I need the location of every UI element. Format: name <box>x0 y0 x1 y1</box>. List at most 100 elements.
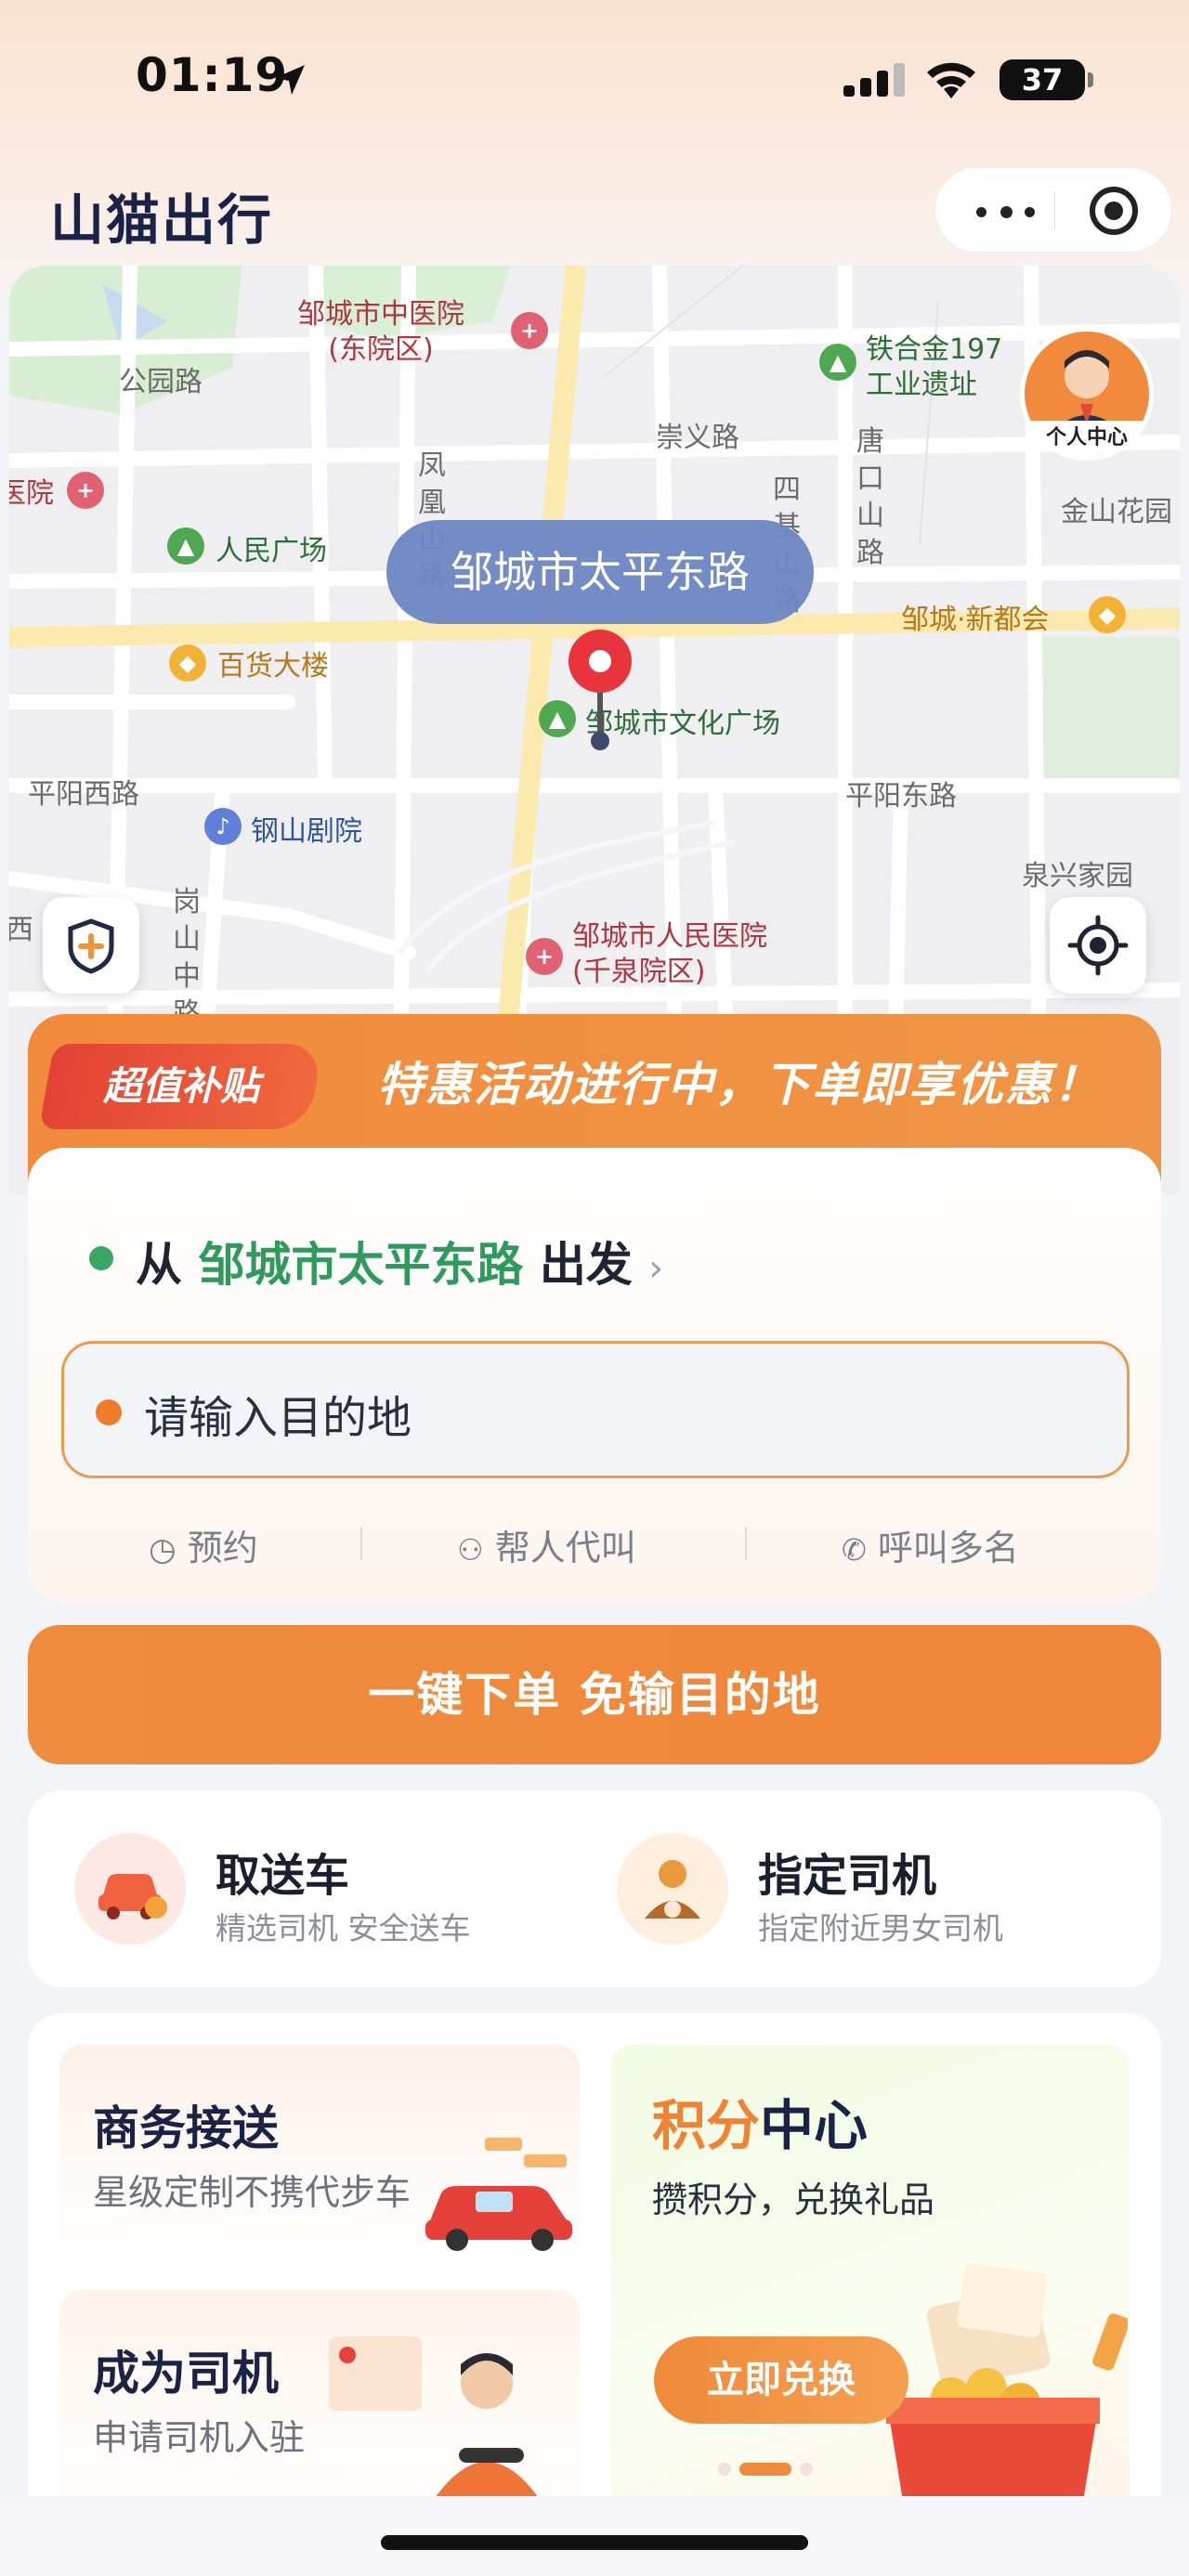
option-label: 帮人代叫 <box>494 1528 636 1568</box>
service-title[interactable]: 取送车 <box>216 1839 349 1904</box>
tile-subtitle: 攒积分，兑换礼品 <box>652 2179 935 2220</box>
business-shuttle-tile[interactable]: 商务接送 星级定制不携代步车 <box>59 2045 580 2260</box>
option-reserve[interactable]: ◷ 预约 <box>149 1519 258 1570</box>
road-gongyuan: 公园路 <box>119 366 203 398</box>
option-divider <box>360 1527 362 1560</box>
close-miniprogram-icon[interactable] <box>1090 187 1138 235</box>
tile-title: 商务接送 <box>93 2101 279 2155</box>
option-call-multiple[interactable]: ✆ 呼叫多名 <box>842 1519 1019 1570</box>
tile-title: 成为司机 <box>93 2347 279 2400</box>
destination-input[interactable]: 请输入目的地 <box>61 1341 1130 1478</box>
road-tangkou: 唐口山路 <box>856 425 884 569</box>
miniprogram-capsule <box>934 167 1172 253</box>
home-indicator[interactable] <box>381 2535 808 2550</box>
driver-icon <box>645 1860 700 1919</box>
redeem-now-button[interactable]: 立即兑换 <box>654 2336 908 2424</box>
origin-suffix: 出发 <box>539 1238 633 1292</box>
road-chongyi: 崇义路 <box>656 422 739 454</box>
hospital-icon: + <box>511 312 548 349</box>
poi-people-hospital[interactable]: 邹城市人民医院 (千泉院区) <box>572 919 767 990</box>
safety-shield-button[interactable] <box>43 897 139 994</box>
car-delivery-service-icon <box>74 1833 186 1945</box>
one-click-order-button[interactable]: 一键下单 免输目的地 <box>28 1625 1161 1764</box>
road-gangshan-middle: 岗山中路 <box>173 886 201 1030</box>
points-title-a: 积分 <box>652 2094 761 2157</box>
shopping-icon: ◆ <box>169 644 206 682</box>
tile-subtitle: 申请司机入驻 <box>93 2417 306 2458</box>
poi-label: 邹城市中医院 <box>297 298 464 331</box>
status-time: 01:19 <box>136 48 289 102</box>
cellular-signal-icon <box>843 63 905 97</box>
wifi-icon <box>927 62 975 98</box>
shield-icon <box>68 918 114 974</box>
poi-sublabel: 工业遗址 <box>866 369 977 401</box>
poi-jinshan[interactable]: 金山花园 <box>1061 488 1172 529</box>
hospital-icon: + <box>526 938 563 975</box>
services-card: 取送车 精选司机 安全送车 指定司机 指定附近男女司机 <box>28 1790 1161 1987</box>
origin-row[interactable]: 从 邹城市太平东路 出发 › <box>136 1228 663 1295</box>
origin-prefix: 从 <box>136 1238 182 1292</box>
current-location-bubble: 邹城市太平东路 <box>386 520 814 624</box>
designated-driver-icon <box>617 1833 728 1945</box>
poi-renmin-square[interactable]: 人民广场 <box>216 527 327 568</box>
hospital-icon: + <box>67 472 104 509</box>
clock-icon: ◷ <box>149 1531 176 1568</box>
car-icon <box>98 1874 167 1919</box>
phone-icon: ✆ <box>842 1532 867 1568</box>
service-title[interactable]: 指定司机 <box>758 1839 936 1904</box>
origin-dot <box>89 1246 113 1270</box>
option-call-for-others[interactable]: ⚇ 帮人代叫 <box>457 1519 636 1570</box>
promo-tag-label: 超值补贴 <box>102 1063 259 1109</box>
road-pingyang-west: 平阳西路 <box>28 778 139 811</box>
locate-me-button[interactable] <box>1050 897 1146 994</box>
more-icon[interactable] <box>969 192 1043 229</box>
points-center-tile[interactable]: 积分中心 攒积分，兑换礼品 立即兑换 <box>611 2045 1130 2496</box>
destination-dot <box>96 1399 122 1425</box>
option-label: 预约 <box>187 1528 258 1568</box>
poi-label: 铁合金197 <box>866 333 1003 366</box>
service-subtitle: 精选司机 安全送车 <box>216 1910 471 1946</box>
origin-location: 邹城市太平东路 <box>198 1238 524 1292</box>
personal-center-avatar[interactable]: 个人中心 <box>1020 327 1154 461</box>
poi-quanxing[interactable]: 泉兴家园 <box>1022 852 1133 893</box>
park-icon: ▲ <box>819 344 856 381</box>
personal-center-label: 个人中心 <box>1025 421 1149 456</box>
driver-illustration-icon <box>329 2336 538 2496</box>
app-title: 山猫出行 <box>50 189 274 252</box>
theater-icon: ♪ <box>204 808 242 845</box>
feature-grid: 商务接送 星级定制不携代步车 成为司机 申请司机入驻 积分中心 攒积分，兑换礼品 <box>28 2013 1161 2496</box>
battery-indicator: 37 <box>1000 59 1093 100</box>
poi-hospital-east[interactable]: 邹城市中医院 (东院区) <box>297 297 464 368</box>
poi-sublabel: (千泉院区) <box>572 956 706 988</box>
location-pin-icon <box>568 630 632 750</box>
road-xi: 西 <box>9 914 33 946</box>
poi-xinduhui[interactable]: 邹城·新都会 <box>901 596 1050 637</box>
poi-label: 邹城市人民医院 <box>572 920 767 953</box>
park-icon: ▲ <box>167 527 204 565</box>
red-car-illustration-icon <box>425 2138 572 2251</box>
become-driver-tile[interactable]: 成为司机 申请司机入驻 <box>59 2290 580 2496</box>
option-divider <box>745 1527 747 1560</box>
tile-subtitle: 星级定制不携代步车 <box>93 2172 412 2213</box>
poi-baihuo[interactable]: 百货大楼 <box>217 643 329 683</box>
location-arrow-icon <box>275 65 305 95</box>
destination-placeholder: 请输入目的地 <box>144 1392 412 1444</box>
points-title-b: 中心 <box>760 2094 869 2157</box>
poi-gangshan-theater[interactable]: 钢山剧院 <box>251 808 362 849</box>
order-card: 从 邹城市太平东路 出发 › 请输入目的地 ◷ 预约 ⚇ 帮人代叫 ✆ 呼叫多名 <box>28 1148 1161 1603</box>
crosshair-icon <box>1067 915 1129 976</box>
poi-tiehejin[interactable]: 铁合金197 工业遗址 <box>866 332 1002 403</box>
status-bar: 01:19 37 <box>0 0 1189 158</box>
poi-sublabel: (东院区) <box>328 333 434 366</box>
promo-tag: 超值补贴 <box>38 1044 324 1129</box>
shopping-icon: ◆ <box>1089 596 1126 633</box>
chevron-right-icon: › <box>648 1247 664 1290</box>
capsule-divider <box>1054 192 1055 229</box>
option-label: 呼叫多名 <box>877 1528 1019 1568</box>
poi-hospital-left[interactable]: 医院 <box>9 470 54 511</box>
road-pingyang-east: 平阳东路 <box>845 780 957 813</box>
points-title: 积分中心 <box>652 2082 868 2160</box>
promo-text: 特惠活动进行中，下单即享优惠！ <box>377 1058 1102 1112</box>
person-icon: ⚇ <box>457 1532 484 1568</box>
carousel-indicator <box>718 2463 813 2476</box>
